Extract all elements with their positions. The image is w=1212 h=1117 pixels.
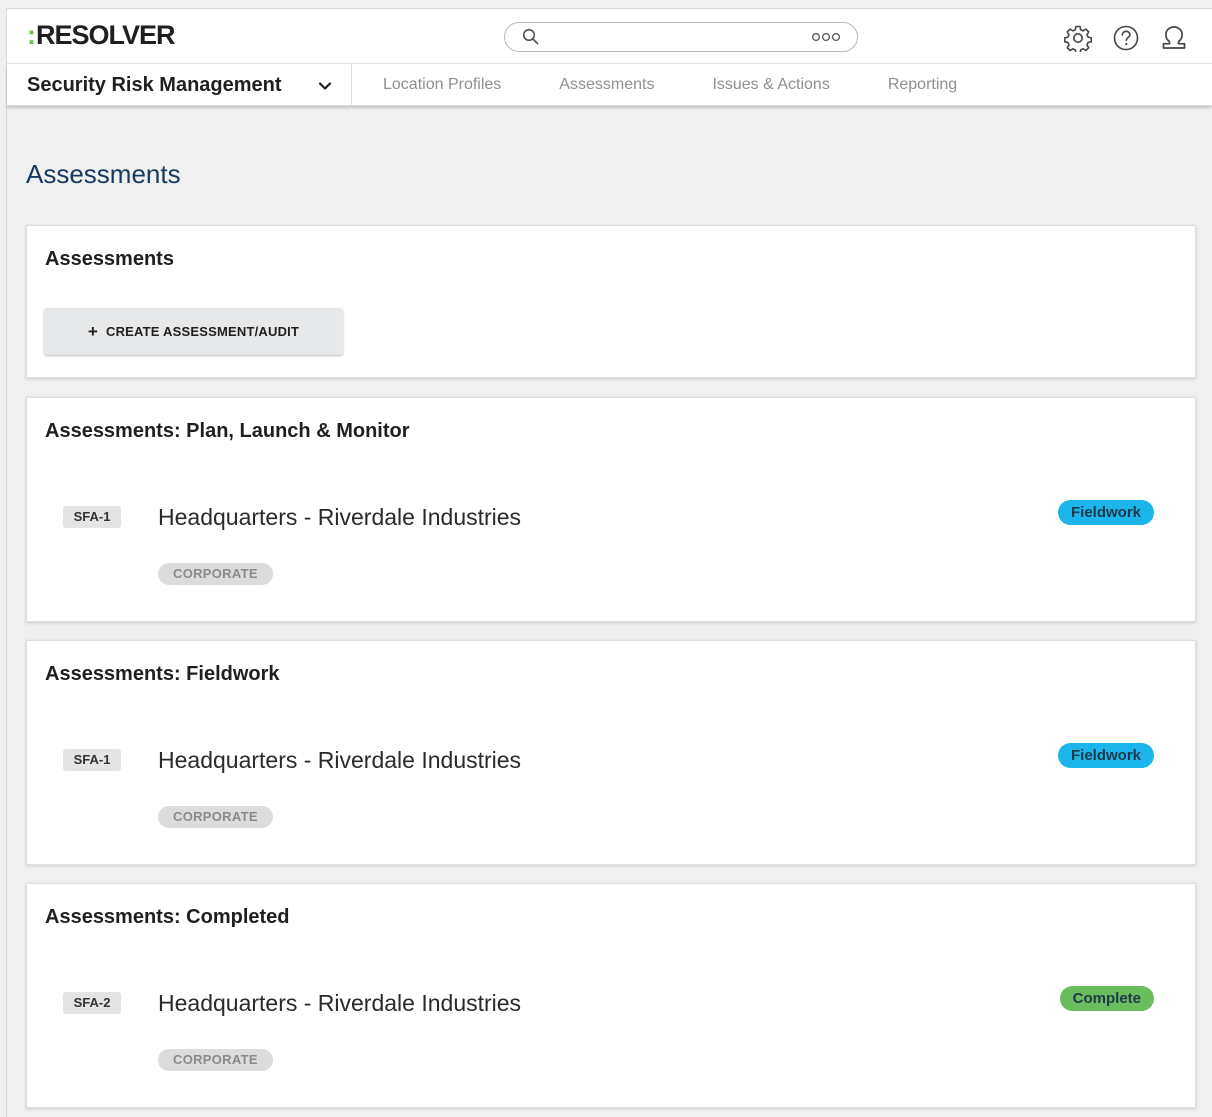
item-id-badge: SFA-1 bbox=[63, 749, 121, 771]
chevron-down-icon bbox=[318, 82, 332, 90]
help-button[interactable] bbox=[1112, 24, 1140, 52]
status-badge: Complete bbox=[1059, 986, 1154, 1011]
assessment-name-link[interactable]: Headquarters - Riverdale Industries bbox=[158, 990, 521, 1017]
card-title: Assessments: Fieldwork bbox=[45, 663, 280, 685]
app-name: Security Risk Management bbox=[27, 73, 282, 96]
search-input[interactable] bbox=[504, 22, 858, 52]
assessments-completed-card: Assessments: Completed SFA-2 Headquarter… bbox=[26, 883, 1196, 1108]
tab-location-profiles[interactable]: Location Profiles bbox=[383, 64, 501, 106]
assessment-name-link[interactable]: Headquarters - Riverdale Industries bbox=[158, 504, 521, 531]
create-assessment-button[interactable]: + CREATE ASSESSMENT/AUDIT bbox=[44, 308, 343, 355]
assessments-fieldwork-card: Assessments: Fieldwork SFA-1 Headquarter… bbox=[26, 640, 1196, 865]
item-tag: CORPORATE bbox=[158, 1049, 273, 1071]
status-badge: Fieldwork bbox=[1057, 500, 1154, 525]
tab-reporting[interactable]: Reporting bbox=[888, 64, 957, 106]
item-id-badge: SFA-1 bbox=[63, 506, 121, 528]
help-icon bbox=[1113, 25, 1139, 51]
user-icon bbox=[1162, 26, 1186, 49]
app-frame: :RESOLVER Security Risk Management Locat… bbox=[6, 8, 1212, 1117]
assessments-create-card: Assessments + CREATE ASSESSMENT/AUDIT bbox=[26, 225, 1196, 378]
top-icons bbox=[1064, 24, 1188, 52]
logo-colon: : bbox=[27, 20, 36, 50]
card-title: Assessments: Completed bbox=[45, 906, 290, 928]
nav-tabs: Location Profiles Assessments Issues & A… bbox=[383, 64, 1015, 106]
top-bar: :RESOLVER bbox=[7, 9, 1212, 64]
nav-bar: Security Risk Management Location Profil… bbox=[7, 64, 1212, 106]
item-id-badge: SFA-2 bbox=[63, 992, 121, 1014]
card-title: Assessments bbox=[45, 248, 174, 270]
search-icon bbox=[522, 28, 539, 45]
item-tag: CORPORATE bbox=[158, 806, 273, 828]
tab-assessments[interactable]: Assessments bbox=[559, 64, 654, 106]
settings-button[interactable] bbox=[1064, 24, 1092, 52]
user-menu-button[interactable] bbox=[1160, 24, 1188, 52]
card-title: Assessments: Plan, Launch & Monitor bbox=[45, 420, 410, 442]
plus-icon: + bbox=[87, 321, 98, 341]
gear-icon bbox=[1064, 25, 1092, 52]
item-tag: CORPORATE bbox=[158, 563, 273, 585]
resolver-logo[interactable]: :RESOLVER bbox=[27, 20, 176, 51]
assessments-plan-card: Assessments: Plan, Launch & Monitor SFA-… bbox=[26, 397, 1196, 622]
page-title: Assessments bbox=[26, 159, 181, 189]
tab-issues-actions[interactable]: Issues & Actions bbox=[712, 64, 829, 106]
more-options-icon[interactable] bbox=[811, 31, 841, 43]
logo-text: RESOLVER bbox=[36, 20, 176, 50]
status-badge: Fieldwork bbox=[1057, 743, 1154, 768]
assessment-name-link[interactable]: Headquarters - Riverdale Industries bbox=[158, 747, 521, 774]
create-assessment-label: CREATE ASSESSMENT/AUDIT bbox=[106, 324, 300, 339]
app-selector[interactable]: Security Risk Management bbox=[7, 64, 352, 106]
